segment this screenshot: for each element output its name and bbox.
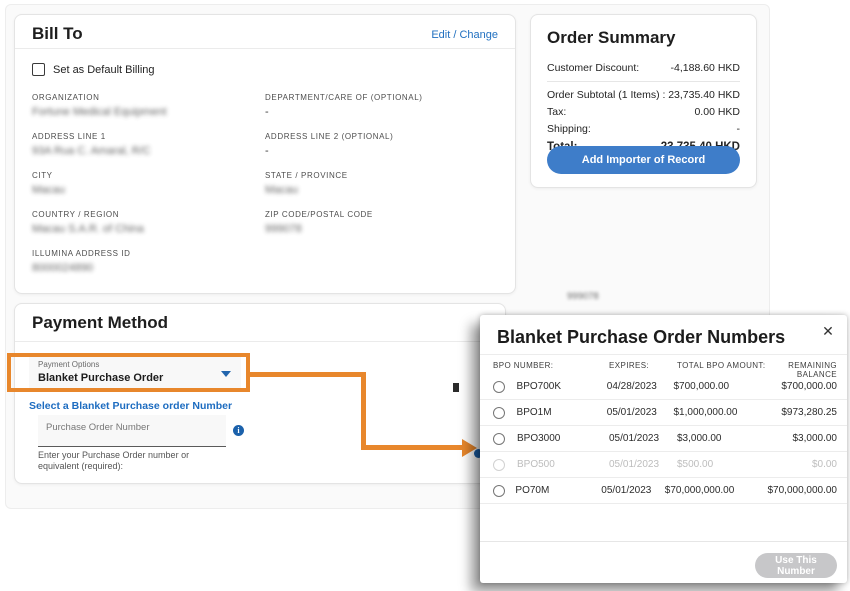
default-billing-checkbox[interactable] [32,63,45,76]
payment-method-card: Payment Method Payment Options Blanket P… [14,303,506,484]
table-row[interactable]: BPO3000 05/01/2023 $3,000.00 $3,000.00 [480,426,847,452]
bpo-table-rows: BPO700K 04/28/2023 $700,000.00 $700,000.… [480,374,847,504]
table-row[interactable]: PO70M 05/01/2023 $70,000,000.00 $70,000,… [480,478,847,504]
order-summary-card: Order Summary Customer Discount: -4,188.… [530,14,757,188]
field-state: STATE / PROVINCE Macau [265,171,498,210]
annotation-arrow-head [462,439,477,457]
default-billing-row: Set as Default Billing [32,63,155,76]
annotation-arrow-segment [249,372,366,377]
annotation-arrow-segment [361,445,464,450]
purchase-order-placeholder: Purchase Order Number [46,422,149,433]
po-helper-text: Enter your Purchase Order number or equi… [38,450,189,472]
bpo-radio[interactable] [493,381,505,393]
summary-row-tax: Tax: 0.00 HKD [547,104,740,121]
table-row[interactable]: BPO700K 04/28/2023 $700,000.00 $700,000.… [480,374,847,400]
summary-row-discount: Customer Discount: -4,188.60 HKD [547,60,740,82]
order-summary-rows: Customer Discount: -4,188.60 HKD Order S… [547,60,740,156]
select-bpo-link[interactable]: Select a Blanket Purchase order Number [29,400,232,412]
bill-to-fields: ORGANIZATION Fortune Medical Equipment D… [32,93,498,288]
add-importer-button[interactable]: Add Importer of Record [547,146,740,174]
bpo-radio[interactable] [493,485,505,497]
field-address-line-2: ADDRESS LINE 2 (OPTIONAL) - [265,132,498,171]
annotation-arrow-segment [361,372,366,450]
bpo-radio-disabled [493,459,505,471]
bpo-radio[interactable] [493,407,505,419]
field-city: CITY Macau [32,171,265,210]
field-zip: ZIP CODE/POSTAL CODE 999078 [265,210,498,249]
table-row-disabled: BPO500 05/01/2023 $500.00 $0.00 [480,452,847,478]
obscured-zip-fragment: 999078 [567,291,599,302]
summary-row-subtotal: Order Subtotal (1 Items) : 23,735.40 HKD [547,87,740,104]
field-country: COUNTRY / REGION Macau S.A.R. of China [32,210,265,249]
field-organization: ORGANIZATION Fortune Medical Equipment [32,93,265,132]
divider [480,541,847,542]
edit-change-link[interactable]: Edit / Change [431,29,498,41]
order-summary-title: Order Summary [547,28,676,48]
checkout-page: Bill To Edit / Change Set as Default Bil… [0,0,850,591]
bill-to-card: Bill To Edit / Change Set as Default Bil… [14,14,516,294]
obscured-content-fragment [453,383,459,392]
divider [15,341,505,342]
modal-title: Blanket Purchase Order Numbers [497,327,785,348]
purchase-order-input[interactable]: Purchase Order Number [38,415,226,447]
use-this-number-button[interactable]: Use This Number [755,553,837,578]
default-billing-label: Set as Default Billing [53,64,155,76]
bill-to-title: Bill To [32,24,83,44]
close-icon[interactable]: ✕ [820,323,836,339]
divider [480,354,847,355]
field-illumina-address-id: ILLUMINA ADDRESS ID 8000024890 [32,249,265,288]
payment-method-title: Payment Method [32,313,168,333]
summary-row-shipping: Shipping: - [547,121,740,138]
bpo-modal: Blanket Purchase Order Numbers ✕ BPO NUM… [480,315,847,583]
field-address-line-1: ADDRESS LINE 1 93A Rua C. Amaral, R/C [32,132,265,171]
highlight-box [7,353,250,392]
divider [15,48,515,49]
bpo-radio[interactable] [493,433,505,445]
field-department: DEPARTMENT/CARE OF (OPTIONAL) - [265,93,498,132]
info-icon[interactable]: i [233,425,244,436]
table-row[interactable]: BPO1M 05/01/2023 $1,000,000.00 $973,280.… [480,400,847,426]
